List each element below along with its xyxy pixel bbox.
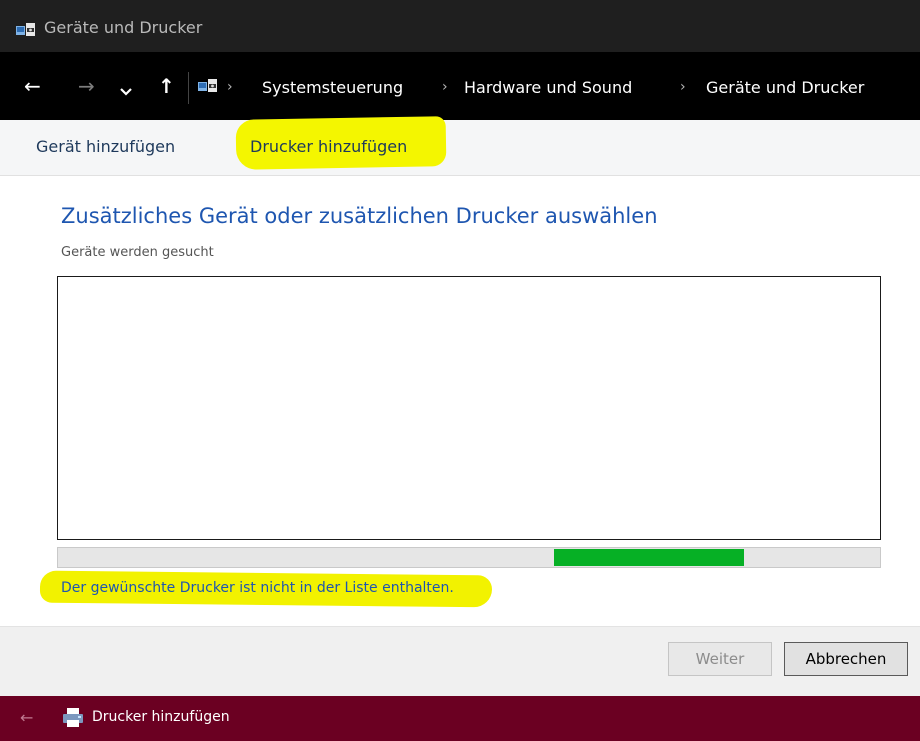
address-field-border — [188, 72, 189, 104]
wizard-footer: Weiter Abbrechen — [0, 626, 920, 696]
back-arrow-icon[interactable]: ← — [24, 76, 41, 96]
breadcrumb-chevron-icon: › — [442, 79, 448, 95]
window: Geräte und Drucker ← → ↑ › Systemsteueru… — [0, 0, 920, 741]
cancel-button[interactable]: Abbrechen — [784, 642, 908, 676]
breadcrumb-geraete-und-drucker[interactable]: Geräte und Drucker — [706, 78, 864, 97]
add-printer-command[interactable]: Drucker hinzufügen — [250, 137, 407, 156]
search-progress-bar — [57, 547, 881, 568]
breadcrumb-systemsteuerung[interactable]: Systemsteuerung — [262, 78, 403, 97]
breadcrumb-hardware-und-sound[interactable]: Hardware und Sound — [464, 78, 632, 97]
devices-printers-icon — [198, 78, 218, 98]
add-device-command[interactable]: Gerät hinzufügen — [36, 137, 175, 156]
devices-printers-icon — [16, 22, 36, 42]
page-title: Zusätzliches Gerät oder zusätzlichen Dru… — [61, 204, 658, 228]
up-arrow-icon[interactable]: ↑ — [158, 76, 175, 96]
breadcrumb-chevron-icon: › — [227, 79, 233, 95]
printer-not-listed-link[interactable]: Der gewünschte Drucker ist nicht in der … — [61, 580, 454, 596]
command-bar: Gerät hinzufügen — [0, 120, 920, 176]
breadcrumb-chevron-icon: › — [680, 79, 686, 95]
forward-arrow-icon[interactable]: → — [78, 76, 95, 96]
printer-icon — [62, 708, 84, 732]
address-bar: ← → ↑ › Systemsteuerung › Hardware und S… — [0, 52, 920, 120]
device-list[interactable] — [57, 276, 881, 540]
recent-locations-chevron-icon[interactable] — [120, 80, 132, 100]
wizard-title-bar: ← Drucker hinzufügen — [0, 696, 920, 741]
window-title: Geräte und Drucker — [44, 18, 203, 37]
search-status-text: Geräte werden gesucht — [61, 245, 214, 260]
wizard-back-arrow-icon[interactable]: ← — [20, 708, 33, 727]
title-bar: Geräte und Drucker — [0, 0, 920, 52]
progress-bar-fill — [553, 549, 744, 566]
next-button[interactable]: Weiter — [668, 642, 772, 676]
wizard-title: Drucker hinzufügen — [92, 709, 230, 725]
